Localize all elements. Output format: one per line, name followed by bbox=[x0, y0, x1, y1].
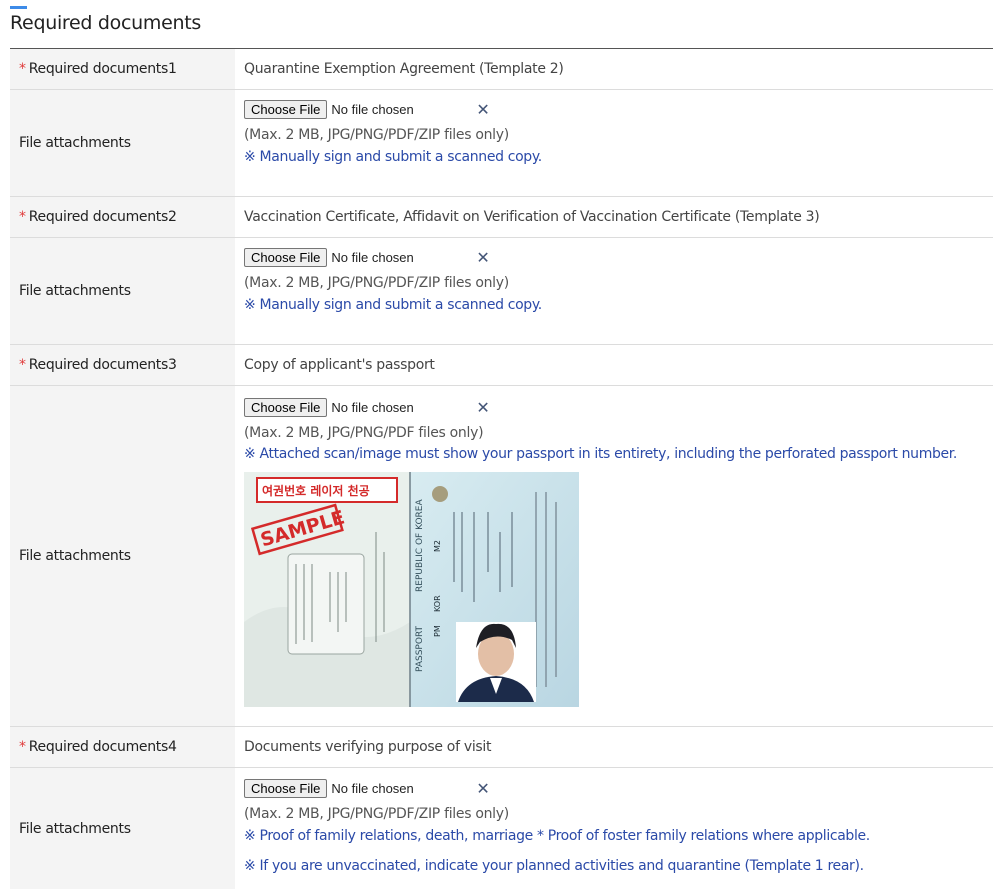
file-hint-1: (Max. 2 MB, JPG/PNG/PDF/ZIP files only) bbox=[244, 127, 509, 143]
choose-file-button-3[interactable]: Choose File bbox=[244, 398, 328, 417]
required-documents-1-value: Quarantine Exemption Agreement (Template… bbox=[244, 61, 564, 77]
file-input-4: Choose File No file chosen ✕ bbox=[244, 779, 490, 798]
file-attachments-4-row: File attachments Choose File No file cho… bbox=[10, 768, 993, 889]
passport-sample-image: PASSPORT REPUBLIC OF KOREA KOR PM M2 여권번… bbox=[244, 472, 579, 707]
file-note-4a: ※ Proof of family relations, death, marr… bbox=[244, 828, 870, 844]
required-documents-1-row: * Required documents1 Quarantine Exempti… bbox=[10, 49, 993, 90]
passport-country: REPUBLIC OF KOREA bbox=[415, 499, 425, 592]
file-status-1: No file chosen bbox=[331, 102, 414, 117]
required-documents-2-label: * Required documents2 bbox=[10, 197, 235, 237]
choose-file-button-4[interactable]: Choose File bbox=[244, 779, 328, 798]
passport-word: PASSPORT bbox=[415, 625, 425, 672]
required-documents-2-value: Vaccination Certificate, Affidavit on Ve… bbox=[244, 209, 820, 225]
file-hint-4: (Max. 2 MB, JPG/PNG/PDF/ZIP files only) bbox=[244, 806, 509, 822]
required-documents-4-label: * Required documents4 bbox=[10, 727, 235, 767]
passport-number: M2 bbox=[433, 540, 442, 552]
file-attachments-1-label: File attachments bbox=[10, 90, 235, 196]
file-attachments-3-label: File attachments bbox=[10, 386, 235, 726]
required-documents-4-row: * Required documents4 Documents verifyin… bbox=[10, 727, 993, 768]
file-status-3: No file chosen bbox=[331, 400, 414, 415]
file-input-2: Choose File No file chosen ✕ bbox=[244, 248, 490, 267]
file-input-3: Choose File No file chosen ✕ bbox=[244, 398, 490, 417]
file-note-4b: ※ If you are unvaccinated, indicate your… bbox=[244, 858, 864, 874]
file-attachments-3-row: File attachments Choose File No file cho… bbox=[10, 386, 993, 727]
required-documents-4-value: Documents verifying purpose of visit bbox=[244, 739, 492, 755]
section-title: Required documents bbox=[10, 12, 201, 34]
file-note-3: ※ Attached scan/image must show your pas… bbox=[244, 446, 958, 462]
passport-country-code: KOR bbox=[433, 595, 442, 612]
file-attachments-4-label: File attachments bbox=[10, 768, 235, 889]
required-star: * bbox=[19, 739, 26, 755]
remove-file-icon[interactable]: ✕ bbox=[476, 399, 489, 416]
choose-file-button-1[interactable]: Choose File bbox=[244, 100, 328, 119]
remove-file-icon[interactable]: ✕ bbox=[476, 101, 489, 118]
file-attachments-2-row: File attachments Choose File No file cho… bbox=[10, 238, 993, 345]
file-hint-3: (Max. 2 MB, JPG/PNG/PDF files only) bbox=[244, 425, 484, 441]
file-note-1: ※ Manually sign and submit a scanned cop… bbox=[244, 149, 542, 165]
required-documents-3-row: * Required documents3 Copy of applicant'… bbox=[10, 345, 993, 386]
required-documents-2-row: * Required documents2 Vaccination Certif… bbox=[10, 197, 993, 238]
passport-type: PM bbox=[433, 625, 442, 637]
file-status-4: No file chosen bbox=[331, 781, 414, 796]
file-input-1: Choose File No file chosen ✕ bbox=[244, 100, 490, 119]
choose-file-button-2[interactable]: Choose File bbox=[244, 248, 328, 267]
remove-file-icon[interactable]: ✕ bbox=[476, 249, 489, 266]
required-star: * bbox=[19, 209, 26, 225]
file-attachments-2-label: File attachments bbox=[10, 238, 235, 344]
required-star: * bbox=[19, 61, 26, 77]
required-documents-1-label: * Required documents1 bbox=[10, 49, 235, 89]
required-star: * bbox=[19, 357, 26, 373]
file-hint-2: (Max. 2 MB, JPG/PNG/PDF/ZIP files only) bbox=[244, 275, 509, 291]
required-documents-3-label: * Required documents3 bbox=[10, 345, 235, 385]
remove-file-icon[interactable]: ✕ bbox=[476, 780, 489, 797]
file-attachments-1-row: File attachments Choose File No file cho… bbox=[10, 90, 993, 197]
required-documents-3-value: Copy of applicant's passport bbox=[244, 357, 435, 373]
section-accent-bar bbox=[10, 6, 27, 9]
file-status-2: No file chosen bbox=[331, 250, 414, 265]
callout-text: 여권번호 레이저 천공 bbox=[262, 483, 370, 498]
file-note-2: ※ Manually sign and submit a scanned cop… bbox=[244, 297, 542, 313]
